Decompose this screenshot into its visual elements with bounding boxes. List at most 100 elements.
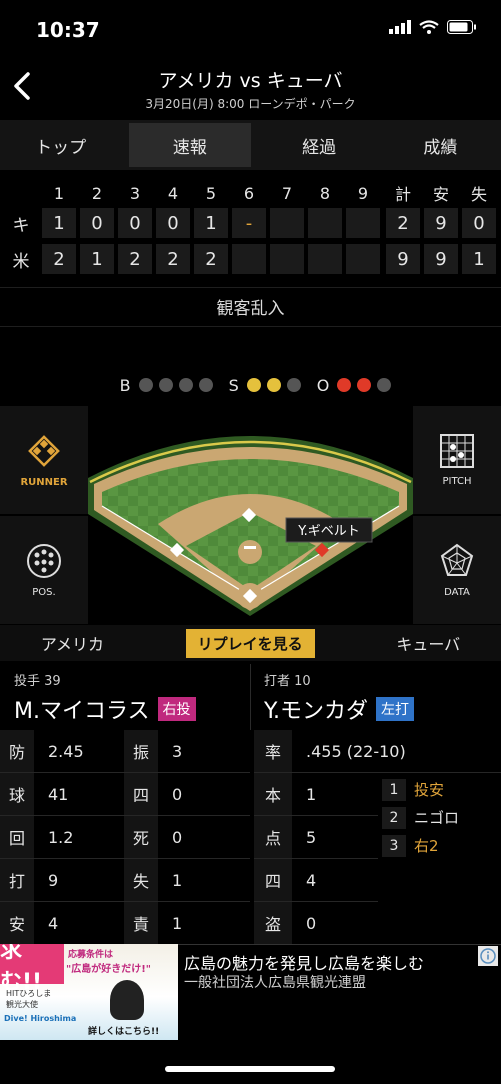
positions-label: POS. [32,586,56,598]
inning-header: 4 [167,183,179,203]
team-left[interactable]: アメリカ [41,631,104,655]
pitch-button[interactable]: PITCH [413,406,501,514]
out-dot [377,378,392,392]
player-divider [250,664,251,730]
total-hits: 9 [424,208,458,238]
mascot-image [110,980,144,1020]
ad-small2: 観光大使 [6,1000,38,1009]
signal-icon [389,20,411,34]
home-indicator[interactable] [165,1066,335,1072]
data-button[interactable]: DATA [413,516,501,624]
inning-score: 2 [118,244,152,274]
batter-card[interactable]: 打者 10 Y.モンカダ 左打 [264,670,414,725]
tab-live[interactable]: 速報 [129,123,251,167]
game-title: アメリカ vs キューバ [158,70,343,92]
strike-dot [286,378,301,392]
inning-score [346,244,380,274]
at-bat-number: 2 [382,806,406,829]
stat-value: 41 [34,773,124,816]
ball-dot [158,378,173,392]
inning-score: 0 [118,208,152,238]
stat-key: 四 [254,859,292,902]
ad-image[interactable]: 求む!! 応募条件は "広島が好きだけ!" HITひろしま 観光大使 Dive!… [0,944,178,1040]
pitcher-card[interactable]: 投手 39 M.マイコラス 右投 [14,670,196,725]
inning-header: 9 [357,183,369,203]
inning-score [308,244,342,274]
total-runs: 2 [386,208,420,238]
stat-value: 4 [34,902,124,945]
stat-value: 3 [158,730,250,773]
inning-header: 8 [319,183,331,203]
team-bar: アメリカ リプレイを見る キューバ [0,625,501,661]
ad-small1: HITひろしま [6,989,52,998]
inning-score: 0 [156,208,190,238]
inning-score: 1 [42,208,76,238]
at-bat-number: 1 [382,778,406,801]
at-bat-outcome: 投安 [414,781,445,799]
tab-stats[interactable]: 成績 [380,120,501,170]
stat-value: 1 [292,773,378,816]
positions-button[interactable]: POS. [0,516,88,624]
team-right[interactable]: キューバ [396,631,460,655]
out-dot [357,378,372,392]
tab-progress[interactable]: 経過 [259,120,380,170]
ad-line1: 応募条件は [68,950,114,960]
total-errors: 0 [462,208,496,238]
inning-score: 1 [194,208,228,238]
stat-key: 四 [124,773,158,816]
stat-key: 回 [0,816,34,859]
pitcher-rubber [244,546,256,549]
outs-label: O [316,375,330,395]
total-errors-header: 失 [470,185,487,204]
at-bat-result: 3 右2 [382,832,501,859]
stat-value: 9 [34,859,124,902]
inning-score [270,244,304,274]
ad-sponsor: 一般社団法人広島県観光連盟 [184,975,366,991]
inning-header: 7 [281,183,293,203]
out-dot [337,378,352,392]
replay-button[interactable]: リプレイを見る [185,628,315,658]
runner-button[interactable]: RUNNER [0,406,88,514]
inning-score [346,208,380,238]
stat-key: 盗 [254,902,292,945]
pitcher-name: M.マイコラス [14,699,150,724]
game-subtitle: 3月20日(月) 8:00 ローンデポ・パーク [145,97,356,111]
inning-score: 2 [194,244,228,274]
ad-info-icon[interactable] [478,946,498,966]
inning-score: 1 [80,244,114,274]
ad-title[interactable]: 広島の魅力を発見し広島を楽しむ [184,950,424,974]
tab-top[interactable]: トップ [0,120,121,170]
ad-headline: 求む!! [0,944,64,995]
inning-score: 0 [80,208,114,238]
runner-label: RUNNER [20,476,68,488]
inning-header: 3 [129,183,141,203]
strike-dot [266,378,281,392]
battery-icon [447,20,476,34]
ad-logo: Dive! Hiroshima [4,1014,77,1023]
scoreboard-row-cuba: キ 1 0 0 0 1 - 2 9 0 [0,208,501,244]
inning-score [308,208,342,238]
team-abbr: キ [12,215,30,236]
total-runs-header: 計 [394,185,411,204]
ad-line2: "広島が好きだけ!" [66,964,151,975]
strikes-label: S [228,375,239,395]
tab-bar: トップ 速報 経過 成績 [0,120,501,170]
status-time: 10:37 [36,18,100,42]
stat-key: 本 [254,773,292,816]
at-bat-result: 2 ニゴロ [382,804,501,831]
batter-name: Y.モンカダ [264,699,368,724]
positions-icon [27,543,61,578]
inning-header: 5 [205,183,217,203]
stat-value: 1.2 [34,816,124,859]
pitch-label: PITCH [442,475,472,487]
scoreboard-row-usa: 米 2 1 2 2 2 9 9 1 [0,244,501,280]
count-indicator: B S O [0,374,501,396]
stat-key: 打 [0,859,34,902]
stat-key: 責 [124,902,158,945]
pitch-grid-icon [440,433,474,468]
ball-dot [178,378,193,392]
stat-value: 0 [292,902,378,945]
inning-score: 2 [156,244,190,274]
stat-key: 率 [254,730,292,773]
runner-diamond-icon [28,434,60,467]
